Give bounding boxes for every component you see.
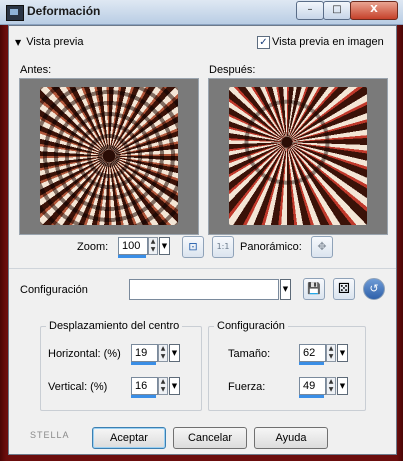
spin-up-icon[interactable]: ▲ [327,345,335,353]
spin-down-icon[interactable]: ▼ [149,246,157,254]
strength-underline [299,395,324,398]
title-bar[interactable]: Deformación – □ X [0,0,403,25]
deformation-dialog: Deformación – □ X ▼ Vista previa ✓ Vista… [0,0,403,461]
minimize-button[interactable]: – [296,1,324,20]
zoom-actual-size-button[interactable]: 1:1 [212,236,234,258]
size-underline [299,362,324,365]
spin-down-icon[interactable]: ▼ [159,353,167,361]
window-title: Deformación [27,4,101,18]
brand-logo: STELLA [30,430,70,440]
horizontal-dropdown-arrow[interactable]: ▼ [169,344,180,362]
maximize-button[interactable]: □ [323,1,351,20]
collapse-arrow-icon: ▼ [15,38,22,47]
horizontal-input[interactable]: 19 [131,344,158,362]
after-preview-image [229,87,367,225]
app-icon [6,5,24,21]
horizontal-spinner[interactable]: ▲ ▼ [158,344,168,362]
size-dropdown-arrow[interactable]: ▼ [337,344,348,362]
size-label: Tamaño: [228,348,271,360]
help-button[interactable]: Ayuda [254,427,328,449]
divider [9,268,396,269]
vertical-input[interactable]: 16 [131,377,158,395]
strength-spinner[interactable]: ▲ ▼ [326,377,336,395]
spin-down-icon[interactable]: ▼ [327,353,335,361]
config-label: Configuración [20,284,88,296]
zoom-dropdown-arrow[interactable]: ▼ [159,237,170,255]
ok-button[interactable]: Aceptar [92,427,166,449]
strength-dropdown-arrow[interactable]: ▼ [337,377,348,395]
spin-down-icon[interactable]: ▼ [159,386,167,394]
zoom-underline [118,255,146,258]
config-preset-input[interactable] [129,279,279,300]
config-preset-dropdown-arrow[interactable]: ▼ [280,279,291,300]
vertical-underline [131,395,156,398]
horizontal-label: Horizontal: (%) [48,348,121,360]
center-offset-title: Desplazamiento del centro [46,320,183,332]
before-preview-frame[interactable] [19,78,199,235]
preview-toggle-label: Vista previa [26,36,84,48]
save-preset-icon[interactable]: 💾 [303,278,325,300]
reset-icon[interactable]: ↺ [363,278,385,300]
size-spinner[interactable]: ▲ ▼ [326,344,336,362]
spin-down-icon[interactable]: ▼ [327,386,335,394]
spin-up-icon[interactable]: ▲ [159,378,167,386]
vertical-spinner[interactable]: ▲ ▼ [158,377,168,395]
vertical-label: Vertical: (%) [48,381,108,393]
random-dice-icon[interactable]: ⚄ [333,278,355,300]
zoom-fit-button[interactable]: ⊡ [182,236,204,258]
spin-up-icon[interactable]: ▲ [159,345,167,353]
after-label: Después: [209,64,256,76]
spin-up-icon[interactable]: ▲ [149,238,157,246]
strength-input[interactable]: 49 [299,377,326,395]
vertical-dropdown-arrow[interactable]: ▼ [169,377,180,395]
dialog-body: ▼ Vista previa ✓ Vista previa en imagen … [8,25,397,455]
preview-toggle[interactable]: ▼ Vista previa [15,36,84,48]
after-preview-frame[interactable] [208,78,388,235]
settings-group [208,326,366,411]
strength-label: Fuerza: [228,381,266,393]
zoom-input[interactable]: 100 [118,237,148,255]
size-input[interactable]: 62 [299,344,326,362]
preview-on-image-label: Vista previa en imagen [272,36,384,48]
horizontal-underline [131,362,156,365]
before-preview-image [40,87,178,225]
center-offset-group [40,326,202,411]
settings-title: Configuración [214,320,288,332]
zoom-spinner[interactable]: ▲ ▼ [148,237,158,255]
zoom-label: Zoom: [77,241,109,253]
preview-on-image-checkbox[interactable]: ✓ [257,36,270,49]
pan-button[interactable]: ✥ [311,236,333,258]
cancel-button[interactable]: Cancelar [173,427,247,449]
before-label: Antes: [20,64,52,76]
spin-up-icon[interactable]: ▲ [327,378,335,386]
pan-label: Panorámico: [240,241,302,253]
close-button[interactable]: X [350,1,398,20]
